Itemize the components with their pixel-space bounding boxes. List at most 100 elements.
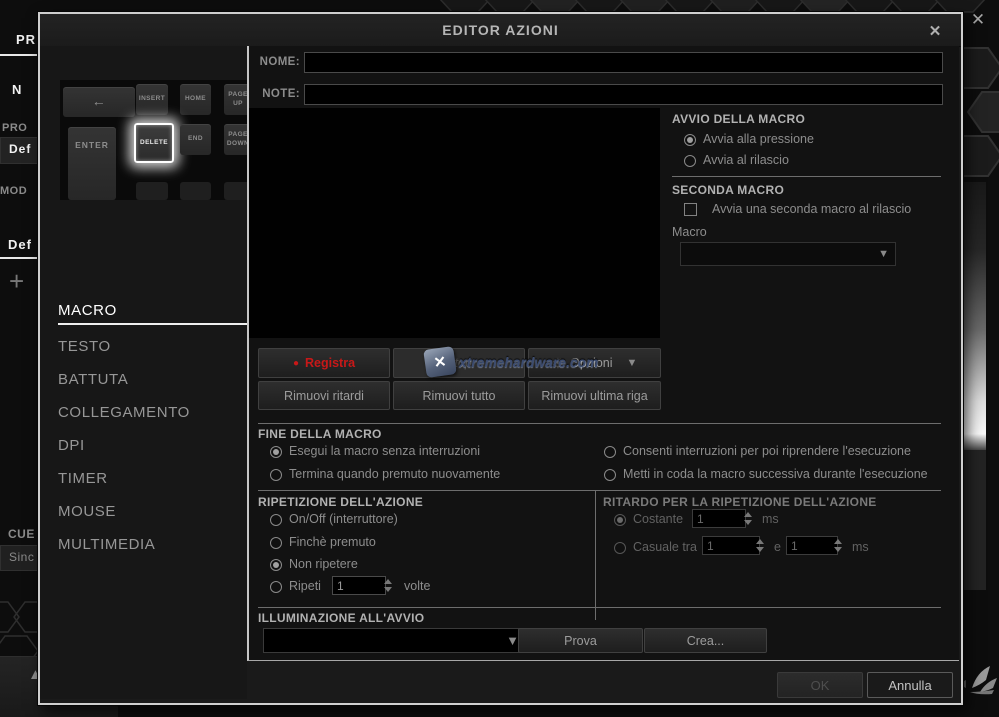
illuminazione-dropdown[interactable]: ▼ [263,628,526,653]
divider [595,491,596,620]
background-label-mod: MOD [0,185,27,197]
ok-button: OK [777,672,863,698]
opzioni-button[interactable]: ⚙ Opzioni ▼ [528,348,661,378]
ripeti-count-input[interactable]: 1 [332,576,386,595]
ms-label: ms [852,540,869,554]
radio-metti-in-coda[interactable] [604,469,616,481]
rimuovi-tutto-button[interactable]: Rimuovi tutto [393,381,525,410]
radio-casuale [614,542,626,554]
action-type-sidebar: ← ENTER INSERT HOME PAGE UP DELETE END P… [40,46,247,699]
note-input[interactable] [304,84,943,105]
radio-non-ripetere-label: Non ripetere [289,557,358,571]
radio-termina-premuto[interactable] [270,469,282,481]
key-backspace[interactable]: ← [63,87,135,117]
casuale-min-stepper [754,536,766,555]
sidebar-item-battuta[interactable]: BATTUTA [58,363,248,396]
casuale-min-input: 1 [702,536,760,555]
sidebar-item-mouse[interactable]: MOUSE [58,495,248,528]
sidebar-item-timer[interactable]: TIMER [58,462,248,495]
sidebar-item-macro[interactable]: MACRO [58,297,248,325]
background-tab-underline [0,54,37,56]
rimuovi-ultima-riga-button[interactable]: Rimuovi ultima riga [528,381,661,410]
key-partial [224,182,248,200]
screen: PR N PRO Def MOD Def + CUE Sinc ▲ ✕ [0,0,999,717]
dialog-close-icon[interactable]: ✕ [925,21,945,41]
key-delete-selected[interactable]: DELETE [134,123,174,163]
radio-ripeti-label: Ripeti [289,579,321,593]
sidebar-item-dpi[interactable]: DPI [58,429,248,462]
radio-consenti-label: Consenti interruzioni per poi riprendere… [623,444,911,458]
radio-avvia-pressione[interactable] [684,134,696,146]
casuale-max-stepper [832,536,844,555]
radio-finche-premuto[interactable] [270,537,282,549]
key-page-down[interactable]: PAGE DOWN [224,124,248,155]
radio-finche-label: Finchè premuto [289,535,376,549]
hexagon-pattern [0,596,40,658]
radio-metti-label: Metti in coda la macro successiva durant… [623,467,928,481]
radio-esegui-senza-interruzioni[interactable] [270,446,282,458]
radio-avvia-rilascio-label: Avvia al rilascio [703,153,789,167]
crea-button[interactable]: Crea... [644,628,767,653]
sidebar-item-testo[interactable]: TESTO [58,330,248,363]
illuminazione-section-title: ILLUMINAZIONE ALL'AVVIO [258,611,424,625]
stop-button: Stop [393,348,525,378]
radio-onoff[interactable] [270,514,282,526]
seconda-section-title: SECONDA MACRO [672,183,784,197]
background-tab-profili[interactable]: PR [16,32,36,47]
annulla-button[interactable]: Annulla [867,672,953,698]
radio-costante [614,514,626,526]
ripetizione-section-title: RIPETIZIONE DELL'AZIONE [258,495,423,509]
radio-casuale-label: Casuale tra [633,540,697,554]
rimuovi-ritardi-button[interactable]: Rimuovi ritardi [258,381,390,410]
radio-non-ripetere[interactable] [270,559,282,571]
background-sinc-label: Sinc [9,550,34,564]
window-close-icon[interactable]: ✕ [966,8,990,32]
dialog-titlebar: EDITOR AZIONI ✕ [40,14,961,47]
checkbox-seconda-macro-label: Avvia una seconda macro al rilascio [712,202,911,216]
gear-icon: ⚙ [552,355,565,372]
record-icon: ● [293,358,299,369]
radio-consenti-interruzioni[interactable] [604,446,616,458]
background-mode-underline [0,257,37,259]
costante-ms-stepper [742,509,754,528]
radio-ripeti[interactable] [270,581,282,593]
ripeti-count-stepper[interactable] [382,576,394,595]
chevron-down-icon: ▼ [627,357,638,369]
note-label: NOTE: [220,88,300,100]
macro-steps-list[interactable] [249,108,660,338]
macro-select-dropdown[interactable]: ▼ [680,242,896,266]
sidebar-item-collegamento[interactable]: COLLEGAMENTO [58,396,248,429]
background-profile-dropdown-value: Def [9,142,31,156]
radio-esegui-label: Esegui la macro senza interruzioni [289,444,480,458]
chevron-down-icon: ▼ [878,248,889,260]
sidebar-menu: MACRO TESTO BATTUTA COLLEGAMENTO DPI TIM… [58,297,248,561]
divider [258,490,941,491]
radio-avvia-pressione-label: Avvia alla pressione [703,132,814,146]
prova-button[interactable]: Prova [518,628,643,653]
background-mode-item[interactable]: Def [8,237,32,252]
radio-avvia-rilascio[interactable] [684,155,696,167]
casuale-max-input: 1 [786,536,838,555]
fine-section-title: FINE DELLA MACRO [258,427,382,441]
add-mode-plus-icon[interactable]: + [9,266,25,297]
background-label-profilo: PRO [2,122,27,134]
macro-select-label: Macro [672,225,707,239]
divider [672,176,941,177]
background-label-cue: CUE [8,527,35,541]
ms-label: ms [762,512,779,526]
editor-azioni-dialog: EDITOR AZIONI ✕ ← ENTER INSERT HOME PAGE… [38,12,963,705]
divider [258,423,941,424]
costante-ms-input: 1 [692,509,746,528]
radio-onoff-label: On/Off (interruttore) [289,512,398,526]
registra-button[interactable]: ● Registra [258,348,390,378]
key-end[interactable]: END [180,124,211,155]
checkbox-seconda-macro[interactable] [684,203,697,216]
key-insert[interactable]: INSERT [136,84,168,115]
sidebar-item-multimedia[interactable]: MULTIMEDIA [58,528,248,561]
divider [258,607,941,608]
key-enter[interactable]: ENTER [68,127,116,200]
name-input[interactable] [304,52,943,73]
background-label-n: N [12,82,22,97]
key-partial [136,182,168,200]
key-home[interactable]: HOME [180,84,211,115]
